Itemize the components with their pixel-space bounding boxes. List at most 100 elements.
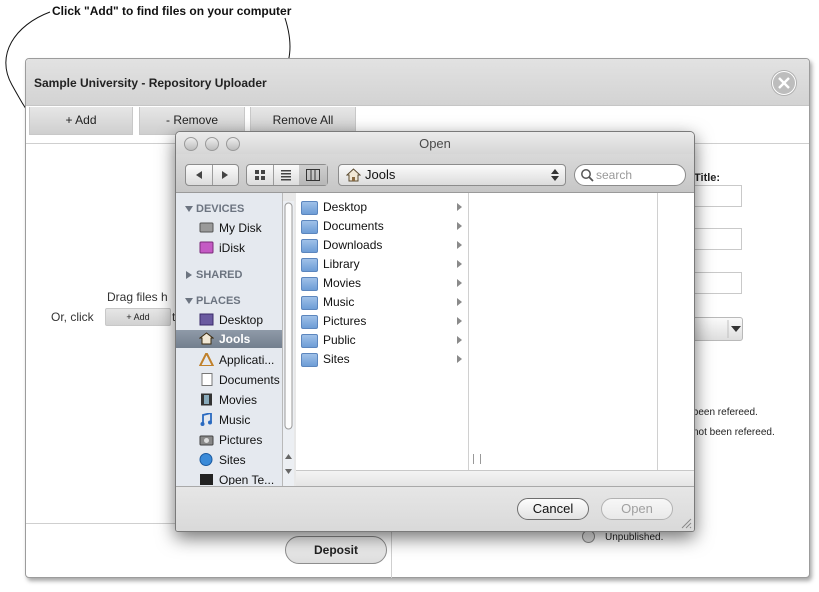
folder-row-library[interactable]: Library (301, 257, 466, 275)
close-icon (778, 77, 790, 89)
sidebar-item-label: Applicati... (219, 353, 275, 367)
text-field-2[interactable] (693, 228, 742, 250)
folder-icon (301, 258, 318, 272)
sidebar-header-shared: SHARED (196, 269, 243, 281)
folder-label: Library (323, 257, 360, 271)
music-note-icon (200, 413, 212, 426)
updown-arrows-icon (551, 169, 559, 181)
annotation-text: Click "Add" to find files on your comput… (52, 4, 292, 18)
chevron-right-icon (457, 336, 462, 344)
folder-label: Pictures (323, 314, 367, 328)
disclosure-down-icon[interactable] (185, 205, 193, 213)
sidebar-item-label: My Disk (219, 221, 262, 235)
globe-icon (199, 453, 213, 466)
back-forward-control[interactable] (185, 164, 239, 186)
dialog-title: Open (419, 136, 451, 151)
add-button[interactable]: + Add (29, 107, 133, 135)
title-label: Title: (694, 172, 721, 184)
folder-row-documents[interactable]: Documents (301, 219, 466, 237)
list-icon (281, 170, 291, 181)
sidebar-item-open-te[interactable]: Open Te... (199, 473, 281, 485)
chevron-right-icon (457, 317, 462, 325)
sidebar-item-label: Sites (219, 453, 246, 467)
open-dialog: Open Jools search DEVICES My Disk iDisk … (175, 131, 695, 532)
folder-row-sites[interactable]: Sites (301, 352, 466, 370)
disclosure-right-icon[interactable] (185, 271, 193, 279)
folder-icon (301, 277, 318, 291)
text-field-3[interactable] (693, 272, 742, 294)
sidebar-header-devices: DEVICES (196, 203, 245, 215)
film-icon (201, 393, 212, 406)
resize-grip-icon[interactable] (680, 517, 692, 529)
location-popup[interactable]: Jools (338, 164, 566, 186)
unpublished-label: Unpublished. (605, 532, 664, 543)
column-resize-handle[interactable] (473, 454, 481, 464)
search-icon (581, 169, 594, 182)
chevron-right-icon (457, 279, 462, 287)
inline-add-button[interactable]: + Add (105, 308, 171, 326)
back-button[interactable] (186, 165, 213, 185)
folder-label: Movies (323, 276, 362, 290)
chevron-right-icon (457, 203, 462, 211)
sidebar-item-label: Open Te... (219, 473, 275, 485)
chevron-right-icon (457, 298, 462, 306)
sidebar-item-label: Desktop (219, 313, 264, 327)
folder-icon (301, 201, 318, 215)
folder-label: Sites (323, 352, 350, 366)
folder-icon (301, 334, 318, 348)
folder-label: Music (323, 295, 355, 309)
sidebar-item-label: Jools (219, 332, 251, 346)
refereed-option-text: s been refereed. (685, 407, 758, 418)
location-label: Jools (365, 167, 396, 182)
sidebar-item-label: Music (219, 413, 251, 427)
disclosure-down-icon[interactable] (185, 297, 193, 305)
search-placeholder: search (596, 168, 633, 182)
folder-icon (301, 315, 318, 329)
chevron-right-icon (457, 241, 462, 249)
folder-row-pictures[interactable]: Pictures (301, 314, 466, 332)
folder-row-public[interactable]: Public (301, 333, 466, 351)
desktop-icon (199, 313, 214, 326)
folder-row-music[interactable]: Music (301, 295, 466, 313)
folder-row-downloads[interactable]: Downloads (301, 238, 466, 256)
forward-button[interactable] (212, 165, 238, 185)
close-button[interactable] (772, 71, 796, 95)
empty-column (658, 193, 694, 470)
camera-icon (199, 435, 214, 446)
folder-label: Downloads (323, 238, 383, 252)
folder-icon (301, 239, 318, 253)
sidebar-item-label: iDisk (219, 241, 245, 255)
back-arrow-icon (196, 171, 202, 179)
search-input[interactable]: search (574, 164, 686, 186)
folder-icon (301, 353, 318, 367)
deposit-button[interactable]: Deposit (285, 536, 387, 564)
column-view-button[interactable] (299, 165, 327, 185)
folder-label: Documents (323, 219, 384, 233)
sidebar-item-label: Pictures (219, 433, 263, 447)
applications-icon (199, 353, 214, 366)
sidebar-scrollbar[interactable] (283, 201, 294, 488)
chevron-right-icon (457, 260, 462, 268)
folder-row-movies[interactable]: Movies (301, 276, 466, 294)
cancel-button[interactable]: Cancel (517, 498, 589, 520)
folder-row-desktop[interactable]: Desktop (301, 200, 466, 218)
empty-column (469, 193, 658, 470)
open-button[interactable]: Open (601, 498, 673, 520)
terminal-icon (200, 474, 213, 485)
columns-icon (306, 169, 320, 181)
chevron-right-icon (457, 355, 462, 363)
folder-icon (301, 220, 318, 234)
sidebar-item-label: Movies (219, 393, 258, 407)
type-select[interactable] (691, 317, 743, 341)
or-click-text: Or, click (51, 310, 94, 324)
drag-files-text: Drag files h (107, 290, 168, 304)
icon-view-button[interactable] (247, 165, 274, 185)
view-mode-control[interactable] (246, 164, 328, 186)
sidebar-header-places: PLACES (196, 295, 241, 307)
forward-arrow-icon (222, 171, 228, 179)
horizontal-scrollbar[interactable] (296, 470, 694, 487)
list-view-button[interactable] (273, 165, 300, 185)
title-field[interactable] (693, 185, 742, 207)
home-icon (199, 332, 214, 345)
grid-icon (255, 170, 265, 180)
